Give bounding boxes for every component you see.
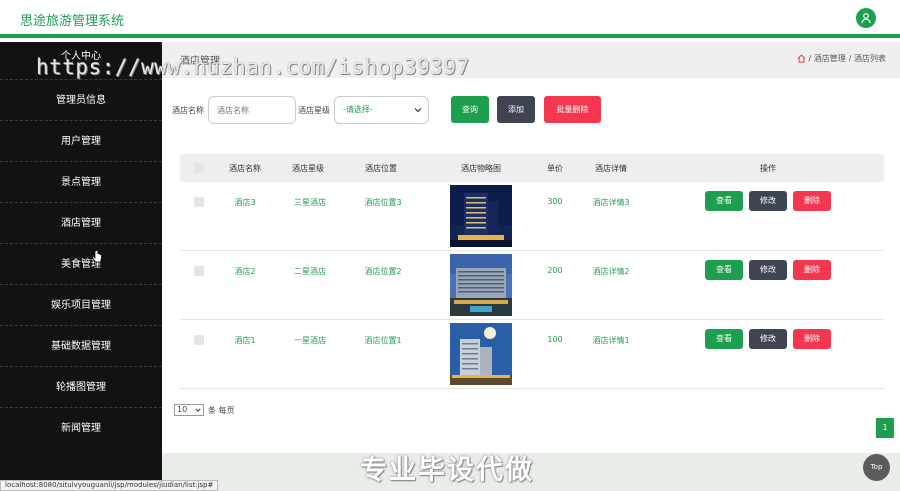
hotel-name-cell[interactable]: 酒店2 [227, 266, 263, 277]
main-content: 酒店管理 / 酒店管理 / 酒店列表 酒店名称 酒店星级 -请选择- 查询 添加… [162, 42, 900, 491]
sidebar-item-food[interactable]: 美食管理 [0, 244, 162, 285]
sidebar-item-news[interactable]: 新闻管理 [0, 408, 162, 449]
sidebar-item-scenic[interactable]: 景点管理 [0, 162, 162, 203]
hotel-detail-cell[interactable]: 酒店详情3 [588, 197, 634, 208]
hotel-name-cell[interactable]: 酒店3 [227, 197, 263, 208]
hand-cursor-icon [92, 250, 102, 263]
batch-delete-button[interactable]: 批量删除 [544, 96, 601, 123]
hotel-thumbnail [450, 254, 512, 316]
breadcrumb-hotel-manage[interactable]: / 酒店管理 [809, 53, 846, 64]
hotel-grade-value: -请选择- [343, 105, 373, 114]
table-row: 酒店3 三星酒店 酒店位置3 300 酒店详情3 查看 修改 删除 [180, 182, 884, 251]
delete-button[interactable]: 删除 [793, 260, 831, 280]
hotel-name-label: 酒店名称 [172, 106, 204, 115]
chevron-down-icon [195, 408, 201, 412]
hotel-location-cell: 酒店位置1 [364, 336, 402, 345]
filter-bar: 酒店名称 酒店星级 -请选择- 查询 添加 批量删除 [162, 96, 900, 126]
sidebar-item-entertainment[interactable]: 娱乐项目管理 [0, 285, 162, 326]
price-cell: 300 [547, 197, 563, 206]
user-glyph [861, 13, 871, 24]
sidebar-item-admin[interactable]: 管理员信息 [0, 80, 162, 121]
breadcrumb: / 酒店管理 / 酒店列表 [797, 53, 886, 64]
hotel-photo-3 [450, 185, 512, 247]
hotel-grade-cell: 二星酒店 [294, 267, 326, 276]
sidebar-item-users[interactable]: 用户管理 [0, 121, 162, 162]
table-header: 酒店名称 酒店星级 酒店位置 酒店物略图 单价 酒店详情 操作 [180, 154, 884, 182]
col-hotel-grade: 酒店星级 [292, 164, 324, 173]
select-all-checkbox[interactable] [194, 163, 204, 173]
sidebar-item-carousel[interactable]: 轮播图管理 [0, 367, 162, 408]
sidebar-item-basic-data[interactable]: 基础数据管理 [0, 326, 162, 367]
row-checkbox[interactable] [194, 266, 204, 276]
add-button[interactable]: 添加 [497, 96, 535, 123]
page-1-button[interactable]: 1 [876, 418, 894, 438]
table-row: 酒店1 一星酒店 酒店位置1 100 酒店详情1 查看 修改 删除 [180, 320, 884, 389]
hotel-grade-label: 酒店星级 [298, 106, 330, 115]
col-hotel-location: 酒店位置 [365, 164, 397, 173]
hotel-detail-cell[interactable]: 酒店详情1 [588, 335, 634, 346]
hotel-location-cell: 酒店位置3 [364, 198, 402, 207]
edit-button[interactable]: 修改 [749, 191, 787, 211]
hotel-name-cell[interactable]: 酒店1 [227, 335, 263, 346]
edit-button[interactable]: 修改 [749, 329, 787, 349]
home-icon[interactable] [797, 54, 806, 63]
price-cell: 100 [547, 335, 563, 344]
col-actions: 操作 [760, 164, 776, 173]
hotel-table: 酒店名称 酒店星级 酒店位置 酒店物略图 单价 酒店详情 操作 酒店3 三星酒店… [180, 154, 884, 390]
watermark-url: https://www.huzhan.com/ishop39397 [36, 55, 470, 79]
breadcrumb-hotel-list: / 酒店列表 [848, 54, 886, 63]
price-cell: 200 [547, 266, 563, 275]
sidebar: 个人中心 管理员信息 用户管理 景点管理 酒店管理 美食管理 娱乐项目管理 基础… [0, 42, 162, 491]
row-checkbox[interactable] [194, 335, 204, 345]
back-to-top-button[interactable]: Top [863, 454, 890, 481]
hotel-photo-1 [450, 323, 512, 385]
view-button[interactable]: 查看 [705, 191, 743, 211]
view-button[interactable]: 查看 [705, 329, 743, 349]
app-title: 思途旅游管理系统 [20, 14, 125, 29]
hotel-thumbnail [450, 185, 512, 247]
chevron-down-icon [414, 108, 422, 113]
col-price: 单价 [547, 164, 563, 173]
edit-button[interactable]: 修改 [749, 260, 787, 280]
col-hotel-name: 酒店名称 [229, 164, 261, 173]
col-hotel-thumbnail: 酒店物略图 [461, 164, 501, 173]
hotel-grade-cell: 一星酒店 [294, 336, 326, 345]
row-checkbox[interactable] [194, 197, 204, 207]
watermark-caption: 专业毕设代做 [360, 455, 534, 486]
delete-button[interactable]: 删除 [793, 329, 831, 349]
page-size-value: 10 [177, 405, 188, 414]
col-hotel-detail: 酒店详情 [595, 164, 627, 173]
hotel-grade-cell: 三星酒店 [294, 198, 326, 207]
hotel-grade-select[interactable]: -请选择- [334, 96, 429, 124]
page-size-suffix: 条 每页 [208, 405, 235, 415]
top-header: 思途旅游管理系统 [0, 0, 900, 38]
sidebar-item-hotel[interactable]: 酒店管理 [0, 203, 162, 244]
hotel-detail-cell[interactable]: 酒店详情2 [588, 266, 634, 277]
hotel-thumbnail [450, 323, 512, 385]
hotel-name-input[interactable] [208, 96, 296, 124]
hotel-location-cell: 酒店位置2 [364, 267, 402, 276]
page-size-control: 10 条 每页 [174, 404, 235, 416]
hotel-photo-2 [450, 254, 512, 316]
table-row: 酒店2 二星酒店 酒店位置2 200 酒店详情2 查看 修改 删除 [180, 251, 884, 320]
view-button[interactable]: 查看 [705, 260, 743, 280]
status-bar-url: localhost:8080/situlvyouguanli/jsp/modul… [0, 480, 219, 491]
delete-button[interactable]: 删除 [793, 191, 831, 211]
page-size-select[interactable]: 10 [174, 404, 204, 416]
user-icon[interactable] [856, 8, 876, 28]
query-button[interactable]: 查询 [451, 96, 489, 123]
